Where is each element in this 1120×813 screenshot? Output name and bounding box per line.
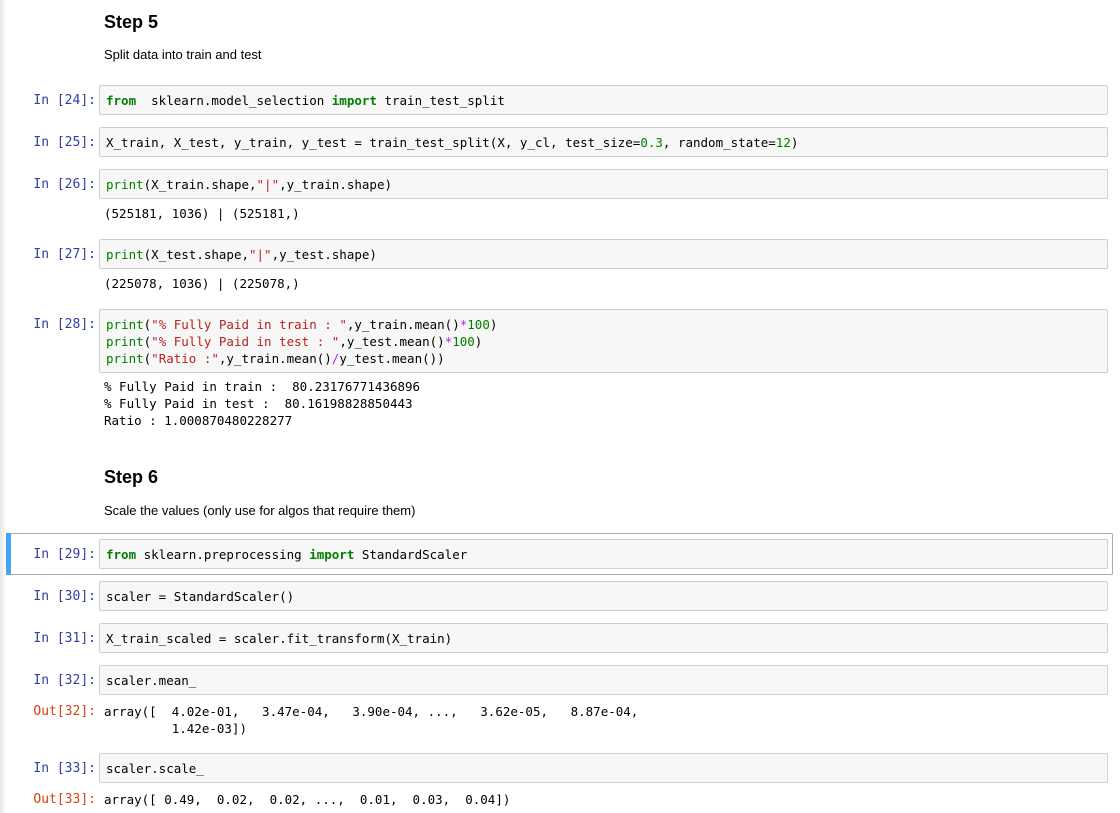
cell-27-code: print(X_test.shape,"|",y_test.shape) <box>106 246 1101 263</box>
code-token: StandardScaler <box>354 547 468 562</box>
code-token: train_test_split <box>376 93 505 108</box>
cell-24-input[interactable]: from sklearn.model_selection import trai… <box>99 85 1108 115</box>
cell-29-prompt: In [29]: <box>33 547 96 562</box>
code-line: print("% Fully Paid in test : ",y_test.m… <box>106 333 1101 350</box>
cell-30-code: scaler = StandardScaler() <box>106 588 1101 605</box>
cell-25-code: X_train, X_test, y_train, y_test = train… <box>106 134 1101 151</box>
cell-32-out-prompt: Out[32]: <box>33 704 96 719</box>
cell-27-prompt: In [27]: <box>33 247 96 262</box>
code-token: ,y_train.shape) <box>279 177 392 192</box>
cell-28-output: % Fully Paid in train : 80.2317677143689… <box>104 379 421 428</box>
code-token: print <box>106 247 144 262</box>
cell-24-code: from sklearn.model_selection import trai… <box>106 92 1101 109</box>
code-token: 12 <box>775 135 791 150</box>
cell-32-prompt: In [32]: <box>33 673 96 688</box>
code-token: print <box>106 334 144 349</box>
cell-33-output: array([ 0.49, 0.02, 0.02, ..., 0.01, 0.0… <box>104 792 511 807</box>
cell-27-input[interactable]: print(X_test.shape,"|",y_test.shape) <box>99 239 1108 269</box>
code-token: print <box>106 351 144 366</box>
step6-description: Scale the values (only use for algos tha… <box>104 503 416 518</box>
code-line: print("% Fully Paid in train : ",y_train… <box>106 316 1101 333</box>
cell-33-code: scaler.scale_ <box>106 760 1101 777</box>
cell-25-input[interactable]: X_train, X_test, y_train, y_test = train… <box>99 127 1108 157</box>
code-token: ,y_train.mean() <box>218 351 332 366</box>
code-token: 0.3 <box>640 135 663 150</box>
step6-heading: Step 6 <box>104 467 159 487</box>
code-token: ,y_train.mean() <box>346 317 460 332</box>
code-token: sklearn.preprocessing <box>136 547 310 562</box>
code-token: scaler = StandardScaler() <box>106 589 295 604</box>
code-token: print <box>106 317 144 332</box>
code-token: , random_state= <box>662 135 776 150</box>
cell-27-output: (225078, 1036) | (225078,) <box>104 276 300 291</box>
code-token: X_train_scaled = scaler.fit_transform(X_… <box>106 631 453 646</box>
code-token: from <box>106 547 137 562</box>
cell-33-input[interactable]: scaler.scale_ <box>99 753 1108 783</box>
code-token: (X_train.shape, <box>143 177 257 192</box>
cell-29-code: from sklearn.preprocessing import Standa… <box>106 546 1101 563</box>
code-token: "% Fully Paid in train : " <box>151 317 347 332</box>
code-token: ,y_test.shape) <box>271 247 377 262</box>
notebook-left-shadow <box>0 0 6 813</box>
code-line: print("Ratio :",y_train.mean()/y_test.me… <box>106 350 1101 367</box>
cell-32-input[interactable]: scaler.mean_ <box>99 665 1108 695</box>
cell-31-code: X_train_scaled = scaler.fit_transform(X_… <box>106 630 1101 647</box>
code-token: "|" <box>256 177 280 192</box>
cell-26-prompt: In [26]: <box>33 177 96 192</box>
cell-26-input[interactable]: print(X_train.shape,"|",y_train.shape) <box>99 169 1108 199</box>
code-token: (X_test.shape, <box>143 247 249 262</box>
cell-26-code: print(X_train.shape,"|",y_train.shape) <box>106 176 1101 193</box>
code-token: from <box>106 93 137 108</box>
cell-28-code: print("% Fully Paid in train : ",y_train… <box>106 316 1101 367</box>
code-token: ) <box>474 334 483 349</box>
cell-25-prompt: In [25]: <box>33 135 96 150</box>
cell-31-prompt: In [31]: <box>33 631 96 646</box>
cell-33-prompt: In [33]: <box>33 761 96 776</box>
code-token: print <box>106 177 144 192</box>
cell-30-input[interactable]: scaler = StandardScaler() <box>99 581 1108 611</box>
cell-30-prompt: In [30]: <box>33 589 96 604</box>
step5-heading: Step 5 <box>104 12 159 32</box>
code-token: scaler.scale_ <box>106 761 204 776</box>
code-token: import <box>309 547 355 562</box>
code-token: 100 <box>452 334 475 349</box>
cell-31-input[interactable]: X_train_scaled = scaler.fit_transform(X_… <box>99 623 1108 653</box>
cell-32-output: array([ 4.02e-01, 3.47e-04, 3.90e-04, ..… <box>104 704 639 736</box>
cell-26-output: (525181, 1036) | (525181,) <box>104 206 300 221</box>
cell-28-prompt: In [28]: <box>33 317 96 332</box>
cell-24-prompt: In [24]: <box>33 93 96 108</box>
code-token: import <box>331 93 377 108</box>
code-token: "% Fully Paid in test : " <box>151 334 340 349</box>
cell-32-code: scaler.mean_ <box>106 672 1101 689</box>
code-token: "Ratio :" <box>151 351 219 366</box>
code-token: sklearn.model_selection <box>136 93 332 108</box>
code-token: ) <box>489 317 498 332</box>
code-token: 100 <box>467 317 490 332</box>
code-token: scaler.mean_ <box>106 673 197 688</box>
code-token: y_test.mean()) <box>339 351 445 366</box>
code-token: ,y_test.mean() <box>339 334 445 349</box>
code-token: "|" <box>249 247 272 262</box>
cell-33-out-prompt: Out[33]: <box>33 792 96 807</box>
cell-28-input[interactable]: print("% Fully Paid in train : ",y_train… <box>99 309 1108 373</box>
cell-29-input[interactable]: from sklearn.preprocessing import Standa… <box>99 539 1108 569</box>
code-token: X_train, X_test, y_train, y_test = train… <box>106 135 641 150</box>
code-token: ) <box>790 135 799 150</box>
step5-description: Split data into train and test <box>104 47 262 62</box>
